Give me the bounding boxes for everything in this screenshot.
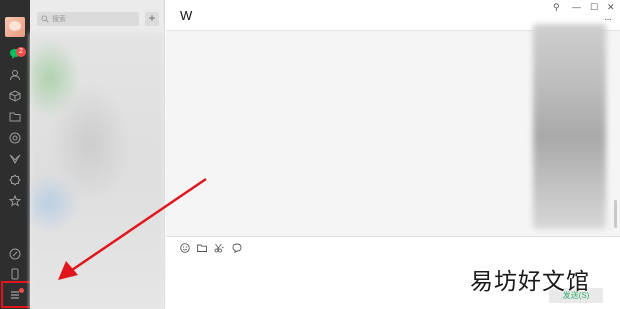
watermark: 易坊好文馆 [470,269,590,295]
emoji-icon[interactable] [180,242,190,253]
scissors-icon[interactable] [214,242,224,253]
pin-icon[interactable]: ⚲ [553,2,560,13]
files-icon[interactable] [7,109,23,125]
channels-icon[interactable] [7,151,23,167]
scrollbar[interactable] [614,200,617,228]
search-input[interactable]: 搜索 [37,12,139,26]
conversation-list: 搜索 + [30,0,165,309]
close-icon[interactable]: ✕ [607,2,615,13]
contacts-icon[interactable] [7,67,23,83]
blurred-conversations[interactable] [30,33,164,309]
magnifier-icon [41,15,49,23]
minimize-icon[interactable]: — [572,2,581,12]
search-placeholder: 搜索 [52,16,66,23]
add-button[interactable]: + [145,12,159,26]
phone-icon[interactable] [7,246,23,262]
folder-icon[interactable] [197,242,207,252]
chat-title: W [180,8,193,23]
mini-programs-icon[interactable] [7,193,23,209]
avatar[interactable] [5,17,25,37]
maximize-icon[interactable]: ☐ [590,2,598,13]
left-navigation: 2 [0,0,30,309]
moments-icon[interactable] [7,130,23,146]
search-icon[interactable] [7,172,23,188]
unread-badge: 2 [16,47,26,57]
mobile-icon[interactable] [7,266,23,282]
blurred-image-message[interactable] [533,24,606,229]
favorites-icon[interactable] [7,88,23,104]
chat-history-icon[interactable] [232,242,242,254]
